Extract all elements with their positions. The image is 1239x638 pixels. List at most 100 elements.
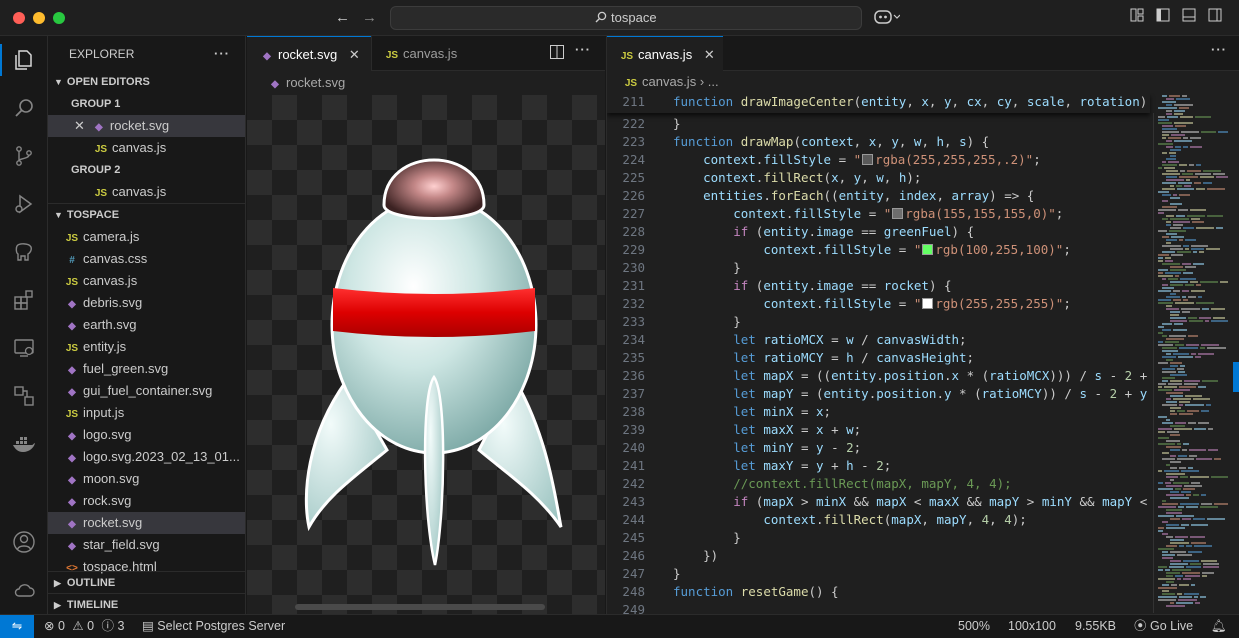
copilot-icon[interactable] <box>874 8 901 32</box>
minimap-line <box>1158 362 1168 364</box>
customize-layout-icon[interactable] <box>1130 8 1144 28</box>
remote-indicator-icon[interactable]: ⇋ <box>0 615 34 638</box>
file-item[interactable]: ◆ debris.svg <box>48 292 245 314</box>
scrollbar-marker[interactable] <box>1233 362 1239 392</box>
minimap-line <box>1188 296 1196 298</box>
close-window-button[interactable] <box>13 12 25 24</box>
project-folder-header[interactable]: ▼ TOSPACE <box>48 204 245 226</box>
file-item[interactable]: ◆ logo.svg.2023_02_13_01... <box>48 446 245 468</box>
file-item[interactable]: ◆ logo.svg <box>48 424 245 446</box>
minimap-line <box>1166 398 1171 400</box>
file-item[interactable]: ◆ rocket.svg <box>48 512 245 534</box>
minimap-line <box>1162 557 1173 559</box>
svg-image-preview <box>247 95 605 614</box>
postgres-server-selector[interactable]: ▤ Select Postgres Server <box>142 615 285 637</box>
minimap[interactable] <box>1150 93 1230 614</box>
file-item[interactable]: JS camera.js <box>48 226 245 248</box>
more-actions-icon[interactable]: ··· <box>575 42 591 57</box>
tab-label: canvas.js <box>638 47 693 62</box>
minimap-line <box>1170 365 1178 367</box>
minimap-line <box>1169 335 1186 337</box>
code-line: let mapX = ((entity.position.x * (ratioM… <box>733 368 1153 383</box>
notifications-bell-icon[interactable]: 🔔︎ <box>1211 615 1227 637</box>
sticky-scroll-header[interactable]: 211 function drawImageCenter(entity, x, … <box>607 93 1150 113</box>
minimap-line <box>1169 230 1186 232</box>
breadcrumb-symbol[interactable]: ... <box>708 74 719 89</box>
minimap-line <box>1211 320 1228 322</box>
account-icon[interactable] <box>0 522 48 562</box>
minimap-line <box>1166 308 1179 310</box>
open-editors-label: OPEN EDITORS <box>66 76 150 88</box>
go-live-button[interactable]: ⦿ Go Live <box>1134 615 1193 637</box>
problems-indicator[interactable]: ⊗ 0 ⚠ 0 ⓘ 3 <box>44 615 125 637</box>
forward-arrow-icon[interactable]: → <box>362 8 377 28</box>
split-editor-icon[interactable] <box>549 44 565 63</box>
outline-header[interactable]: ▶ OUTLINE <box>48 572 245 594</box>
cloud-icon[interactable] <box>0 570 48 610</box>
code-editor[interactable]: 211 function drawImageCenter(entity, x, … <box>606 93 1239 614</box>
extensions-icon[interactable] <box>0 280 48 320</box>
minimap-line <box>1186 566 1201 568</box>
source-control-icon[interactable] <box>0 136 48 176</box>
toggle-secondary-sidebar-icon[interactable] <box>1208 8 1222 28</box>
file-item[interactable]: JS entity.js <box>48 336 245 358</box>
run-debug-icon[interactable] <box>0 184 48 224</box>
minimap-line <box>1194 428 1206 430</box>
file-item[interactable]: ◆ star_field.svg <box>48 534 245 556</box>
file-item[interactable]: ◆ moon.svg <box>48 468 245 490</box>
maximize-window-button[interactable] <box>53 12 65 24</box>
svg-file-icon: ◆ <box>68 453 76 464</box>
minimap-line <box>1175 302 1194 304</box>
toggle-panel-icon[interactable] <box>1182 8 1196 28</box>
file-item[interactable]: ◆ gui_fuel_container.svg <box>48 380 245 402</box>
minimap-line <box>1195 173 1211 175</box>
tab-rocket-svg[interactable]: ◆ rocket.svg ✕ <box>247 36 371 71</box>
open-editor-canvas-js[interactable]: JS canvas.js <box>48 137 245 159</box>
tab-canvas-js-active[interactable]: JS canvas.js ✕ <box>607 36 723 71</box>
file-item[interactable]: # canvas.css <box>48 248 245 270</box>
file-label: star_field.svg <box>83 537 160 552</box>
file-item[interactable]: ◆ rock.svg <box>48 490 245 512</box>
tab-canvas-js[interactable]: JS canvas.js <box>371 36 481 71</box>
sticky-code-line: function drawImageCenter(entity, x, y, c… <box>673 94 1148 109</box>
postgres-elephant-icon[interactable] <box>0 232 48 272</box>
connections-icon[interactable] <box>0 376 48 416</box>
minimize-window-button[interactable] <box>33 12 45 24</box>
timeline-header[interactable]: ▶ TIMELINE <box>48 594 245 614</box>
minimap-line <box>1166 476 1178 478</box>
minimap-line <box>1189 164 1194 166</box>
remote-explorer-icon[interactable] <box>0 328 48 368</box>
zoom-level[interactable]: 500% <box>958 615 990 637</box>
minimap-line <box>1185 239 1196 241</box>
minimap-line <box>1170 413 1177 415</box>
minimap-line <box>1183 443 1189 445</box>
close-icon[interactable]: ✕ <box>704 47 715 62</box>
minimap-line <box>1170 281 1188 283</box>
breadcrumb-file[interactable]: rocket.svg <box>286 75 345 90</box>
svg-file-icon: ◆ <box>68 431 76 442</box>
more-actions-icon[interactable]: ··· <box>1211 42 1227 57</box>
command-center-search[interactable]: tospace <box>390 6 862 30</box>
breadcrumb-file[interactable]: canvas.js <box>642 74 696 89</box>
more-actions-icon[interactable]: ··· <box>214 43 238 65</box>
minimap-line <box>1166 242 1171 244</box>
close-icon[interactable]: ✕ <box>349 47 360 62</box>
breadcrumb-editor-1: ◆ rocket.svg <box>247 71 605 95</box>
code-line: } <box>673 260 741 275</box>
file-item[interactable]: JS canvas.js <box>48 270 245 292</box>
file-item[interactable]: JS input.js <box>48 402 245 424</box>
open-editor-canvas-js-group2[interactable]: JS canvas.js <box>48 181 245 203</box>
docker-icon[interactable] <box>0 424 48 464</box>
minimap-line <box>1173 299 1181 301</box>
back-arrow-icon[interactable]: ← <box>335 8 350 28</box>
open-editors-header[interactable]: ▼ OPEN EDITORS <box>48 71 245 93</box>
explorer-icon[interactable] <box>0 40 48 80</box>
search-icon[interactable] <box>0 88 48 128</box>
open-editor-rocket-svg[interactable]: ✕ ◆ rocket.svg <box>48 115 245 137</box>
file-item[interactable]: ◆ fuel_green.svg <box>48 358 245 380</box>
close-icon[interactable]: ✕ <box>74 118 85 133</box>
file-item[interactable]: ◆ earth.svg <box>48 314 245 336</box>
minimap-line <box>1195 602 1200 604</box>
toggle-primary-sidebar-icon[interactable] <box>1156 8 1170 28</box>
horizontal-scrollbar[interactable] <box>295 604 545 610</box>
